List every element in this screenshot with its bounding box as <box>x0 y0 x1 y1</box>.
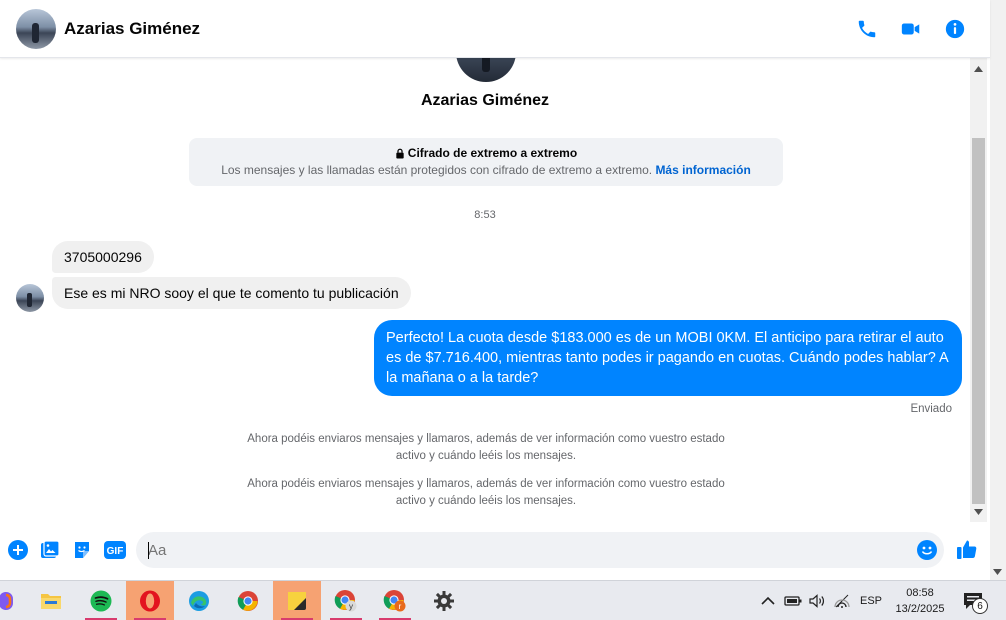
encryption-title: Cifrado de extremo a extremo <box>407 146 578 160</box>
svg-text:r: r <box>399 602 402 611</box>
gif-label: GIF <box>107 546 124 557</box>
volume-icon[interactable] <box>808 581 826 620</box>
like-icon[interactable] <box>955 537 979 561</box>
outgoing-message[interactable]: Perfecto! La cuota desde $183.000 es de … <box>374 320 962 396</box>
battery-icon[interactable] <box>784 581 802 620</box>
window-scroll-down-icon[interactable] <box>989 563 1006 580</box>
scroll-down-arrow-icon[interactable] <box>970 503 987 520</box>
connection-notice: Ahora podéis enviaros mensajes y llamaro… <box>247 478 725 507</box>
settings-icon[interactable] <box>420 581 468 620</box>
add-icon[interactable] <box>7 539 29 561</box>
info-icon[interactable] <box>940 14 970 44</box>
encryption-notice: Cifrado de extremo a extremo Los mensaje… <box>189 138 783 186</box>
sent-status: Enviado <box>910 403 952 415</box>
clock-time: 08:58 <box>906 587 934 599</box>
system-clock[interactable]: 08:58 13/2/2025 <box>888 585 952 617</box>
connection-notice: Ahora podéis enviaros mensajes y llamaro… <box>247 433 725 462</box>
edge-icon[interactable] <box>175 581 223 620</box>
contact-avatar[interactable] <box>16 8 56 49</box>
phone-icon[interactable] <box>852 14 882 44</box>
opera-icon[interactable] <box>126 581 174 620</box>
clock-date: 13/2/2025 <box>895 603 945 615</box>
encryption-body: Los mensajes y las llamadas están proteg… <box>221 163 653 177</box>
thread-scrollbar[interactable] <box>970 58 987 522</box>
video-camera-icon[interactable] <box>896 14 926 44</box>
profile-avatar[interactable] <box>456 58 516 82</box>
header-actions <box>852 14 970 44</box>
emoji-icon[interactable] <box>916 539 938 561</box>
chrome-icon[interactable] <box>224 581 272 620</box>
wifi-icon[interactable] <box>834 581 850 620</box>
window-scrollbar[interactable] <box>990 0 1006 580</box>
windows-taskbar: y r ESP 08:58 13/2/2025 <box>0 580 1006 620</box>
incoming-message[interactable]: Ese es mi NRO sooy el que te comento tu … <box>52 277 411 309</box>
gif-icon[interactable]: GIF <box>103 539 127 561</box>
chrome-profile-y-icon[interactable]: y <box>322 581 370 620</box>
chat-header: Azarias Giménez <box>0 0 990 58</box>
scroll-up-arrow-icon[interactable] <box>970 60 987 77</box>
svg-text:y: y <box>349 602 353 611</box>
copilot-icon[interactable] <box>0 581 30 620</box>
chrome-profile-r-icon[interactable]: r <box>371 581 419 620</box>
contact-name[interactable]: Azarias Giménez <box>64 19 200 39</box>
spotify-icon[interactable] <box>77 581 125 620</box>
file-explorer-icon[interactable] <box>27 581 75 620</box>
incoming-message[interactable]: 3705000296 <box>52 241 154 273</box>
input-language[interactable]: ESP <box>860 581 882 620</box>
lock-icon <box>396 148 404 159</box>
sticker-icon[interactable] <box>71 539 93 561</box>
profile-name: Azarias Giménez <box>420 92 550 109</box>
scroll-thumb[interactable] <box>972 138 985 504</box>
message-input[interactable] <box>136 532 944 568</box>
message-thread[interactable]: Azarias Giménez Cifrado de extremo a ext… <box>0 58 970 522</box>
show-hidden-icons-icon[interactable] <box>761 581 775 620</box>
message-composer: GIF <box>0 522 990 580</box>
message-timestamp: 8:53 <box>474 209 496 221</box>
text-caret <box>148 542 149 559</box>
sticky-notes-icon[interactable] <box>273 581 321 620</box>
more-info-link[interactable]: Más información <box>655 163 750 177</box>
notification-count-badge: 6 <box>972 598 988 614</box>
contact-avatar-small[interactable] <box>16 284 44 312</box>
photo-icon[interactable] <box>39 539 61 561</box>
